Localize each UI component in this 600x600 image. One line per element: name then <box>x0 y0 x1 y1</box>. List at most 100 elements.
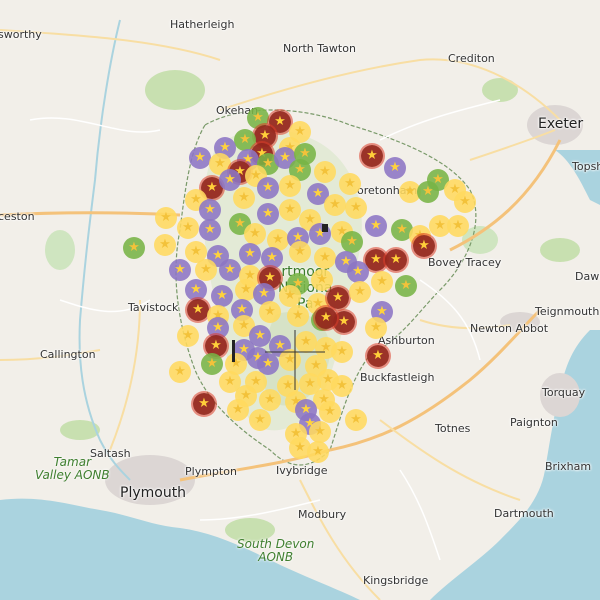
map-marker[interactable]: ★ <box>177 217 199 239</box>
map-marker[interactable]: ★ <box>195 259 217 281</box>
map-marker[interactable]: ★ <box>154 234 176 256</box>
map-marker[interactable]: ★ <box>261 247 283 269</box>
map-marker[interactable]: ★ <box>193 393 215 415</box>
map-marker[interactable]: ★ <box>259 301 281 323</box>
map-marker[interactable]: ★ <box>177 325 199 347</box>
star-icon: ★ <box>266 250 278 265</box>
map-marker[interactable]: ★ <box>309 421 331 443</box>
map-marker[interactable]: ★ <box>345 409 367 431</box>
star-icon: ★ <box>400 278 412 293</box>
cursor-mark <box>322 224 328 232</box>
map-marker[interactable]: ★ <box>361 145 383 167</box>
star-icon: ★ <box>370 320 382 335</box>
star-icon: ★ <box>160 210 172 225</box>
star-icon: ★ <box>284 288 296 303</box>
map-marker[interactable]: ★ <box>199 219 221 241</box>
map-marker[interactable]: ★ <box>244 223 266 245</box>
star-icon: ★ <box>128 240 140 255</box>
star-icon: ★ <box>200 262 212 277</box>
star-icon: ★ <box>284 202 296 217</box>
map-marker[interactable]: ★ <box>365 215 387 237</box>
map-marker[interactable]: ★ <box>257 177 279 199</box>
star-icon: ★ <box>252 110 264 125</box>
map-marker[interactable]: ★ <box>279 285 301 307</box>
star-icon: ★ <box>292 308 304 323</box>
map-marker[interactable]: ★ <box>169 361 191 383</box>
map-marker[interactable]: ★ <box>155 207 177 229</box>
map-marker[interactable]: ★ <box>395 275 417 297</box>
map-marker[interactable]: ★ <box>319 401 341 423</box>
map-marker[interactable]: ★ <box>413 235 435 257</box>
map-marker[interactable]: ★ <box>189 147 211 169</box>
map-marker[interactable]: ★ <box>239 243 261 265</box>
star-icon: ★ <box>346 234 358 249</box>
star-icon: ★ <box>294 162 306 177</box>
map-marker[interactable]: ★ <box>289 241 311 263</box>
map-marker[interactable]: ★ <box>331 341 353 363</box>
star-icon: ★ <box>206 356 218 371</box>
star-icon: ★ <box>174 262 186 277</box>
star-icon: ★ <box>240 282 252 297</box>
map-marker[interactable]: ★ <box>249 409 271 431</box>
map-marker[interactable]: ★ <box>327 287 349 309</box>
map-marker[interactable]: ★ <box>315 307 337 329</box>
star-icon: ★ <box>262 180 274 195</box>
star-icon: ★ <box>352 264 364 279</box>
map-marker[interactable]: ★ <box>454 191 476 213</box>
map-marker[interactable]: ★ <box>227 399 249 421</box>
star-icon: ★ <box>238 318 250 333</box>
map-marker[interactable]: ★ <box>384 157 406 179</box>
map-marker[interactable]: ★ <box>345 197 367 219</box>
map-marker[interactable]: ★ <box>169 259 191 281</box>
map-marker[interactable]: ★ <box>201 353 223 375</box>
star-icon: ★ <box>194 150 206 165</box>
star-icon: ★ <box>294 244 306 259</box>
star-icon: ★ <box>264 270 276 285</box>
map-marker[interactable]: ★ <box>347 261 369 283</box>
map-marker[interactable]: ★ <box>339 173 361 195</box>
star-icon: ★ <box>259 128 271 143</box>
map-marker[interactable]: ★ <box>349 281 371 303</box>
star-icon: ★ <box>350 412 362 427</box>
map-marker[interactable]: ★ <box>371 271 393 293</box>
star-icon: ★ <box>336 378 348 393</box>
map-marker[interactable]: ★ <box>314 247 336 269</box>
star-icon: ★ <box>418 238 430 253</box>
star-icon: ★ <box>239 132 251 147</box>
map-marker[interactable]: ★ <box>211 285 233 307</box>
star-icon: ★ <box>190 282 202 297</box>
map-marker[interactable]: ★ <box>187 299 209 321</box>
map-marker[interactable]: ★ <box>331 375 353 397</box>
map-marker[interactable]: ★ <box>185 279 207 301</box>
map-marker[interactable]: ★ <box>447 215 469 237</box>
star-icon: ★ <box>212 320 224 335</box>
star-icon: ★ <box>319 164 331 179</box>
map-marker[interactable]: ★ <box>199 199 221 221</box>
star-icon: ★ <box>366 148 378 163</box>
star-icon: ★ <box>264 392 276 407</box>
map-marker[interactable]: ★ <box>341 231 363 253</box>
star-icon: ★ <box>312 444 324 459</box>
map-marker[interactable]: ★ <box>365 317 387 339</box>
map-marker[interactable]: ★ <box>259 389 281 411</box>
star-icon: ★ <box>206 180 218 195</box>
map-marker[interactable]: ★ <box>279 175 301 197</box>
map-view[interactable]: sworthy Hatherleigh North Tawton Credito… <box>0 0 600 600</box>
map-marker[interactable]: ★ <box>219 259 241 281</box>
star-icon: ★ <box>329 197 341 212</box>
map-marker[interactable]: ★ <box>123 237 145 259</box>
map-marker[interactable]: ★ <box>233 187 255 209</box>
star-icon: ★ <box>294 124 306 139</box>
map-marker[interactable]: ★ <box>367 345 389 367</box>
star-icon: ★ <box>314 424 326 439</box>
map-marker[interactable]: ★ <box>279 199 301 221</box>
map-marker[interactable]: ★ <box>385 249 407 271</box>
map-marker[interactable]: ★ <box>307 441 329 463</box>
map-marker[interactable]: ★ <box>311 269 333 291</box>
map-marker[interactable]: ★ <box>324 194 346 216</box>
map-marker[interactable]: ★ <box>314 161 336 183</box>
map-marker[interactable]: ★ <box>287 305 309 327</box>
star-icon: ★ <box>159 237 171 252</box>
map-marker[interactable]: ★ <box>257 203 279 225</box>
star-icon: ★ <box>432 172 444 187</box>
